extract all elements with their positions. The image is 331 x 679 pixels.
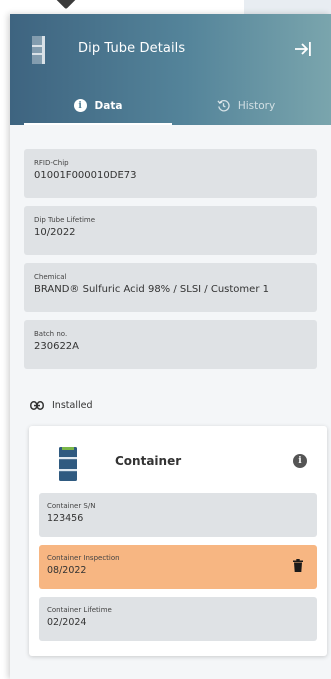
barrel-icon	[59, 447, 77, 481]
field-value: 230622A	[34, 341, 80, 352]
field-value: 01001F000010DE73	[34, 170, 137, 181]
background-card	[0, 0, 244, 14]
dip-tube-lifetime-field: Dip Tube Lifetime 10/2022	[24, 206, 317, 255]
link-icon	[30, 401, 44, 410]
dip-tube-icon	[32, 36, 45, 64]
history-icon	[217, 100, 230, 112]
panel-content: RFID-Chip 01001F000010DE73 Dip Tube Life…	[10, 125, 331, 656]
field-value: 10/2022	[34, 227, 76, 238]
container-title: Container	[115, 454, 182, 468]
container-card-header: Container i	[39, 426, 317, 493]
panel-title: Dip Tube Details	[78, 41, 186, 56]
info-icon[interactable]: i	[293, 454, 307, 468]
rfid-chip-field: RFID-Chip 01001F000010DE73	[24, 149, 317, 198]
field-label: Chemical	[34, 273, 67, 281]
info-icon: i	[73, 99, 87, 112]
batch-no-field: Batch no. 230622A	[24, 320, 317, 369]
chemical-field: Chemical BRAND® Sulfuric Acid 98% / SLSI…	[24, 263, 317, 312]
tab-bar: i Data History	[24, 86, 331, 125]
field-label: Batch no.	[34, 330, 68, 338]
tab-history-label: History	[237, 99, 276, 112]
container-lifetime-field: Container Lifetime 02/2024	[39, 597, 317, 641]
field-value: 08/2022	[47, 565, 87, 576]
trash-icon[interactable]	[293, 559, 303, 572]
container-inspection-field: Container Inspection 08/2022	[39, 545, 317, 589]
container-sn-field: Container S/N 123456	[39, 493, 317, 537]
dip-tube-details-panel: Dip Tube Details i Data History RFID-Chi…	[10, 14, 331, 679]
collapse-panel-icon[interactable]	[293, 40, 313, 58]
tab-data[interactable]: i Data	[24, 86, 172, 125]
tab-history[interactable]: History	[172, 86, 320, 125]
field-label: RFID-Chip	[34, 159, 69, 167]
container-card: Container i Container S/N 123456 Contain…	[29, 426, 327, 656]
field-value: 02/2024	[47, 617, 87, 628]
field-label: Dip Tube Lifetime	[34, 216, 96, 224]
tab-data-label: Data	[94, 99, 123, 112]
field-value: 123456	[47, 513, 84, 524]
background-shape	[54, 0, 78, 10]
installed-section-header: Installed	[30, 400, 317, 411]
field-label: Container S/N	[47, 502, 96, 510]
field-label: Container Lifetime	[47, 606, 112, 614]
page: Dip Tube Details i Data History RFID-Chi…	[0, 0, 331, 679]
field-value: BRAND® Sulfuric Acid 98% / SLSI / Custom…	[34, 284, 269, 295]
header-top: Dip Tube Details	[10, 14, 331, 86]
installed-label: Installed	[52, 400, 93, 411]
panel-header: Dip Tube Details i Data History	[10, 14, 331, 125]
field-label: Container Inspection	[47, 554, 120, 562]
